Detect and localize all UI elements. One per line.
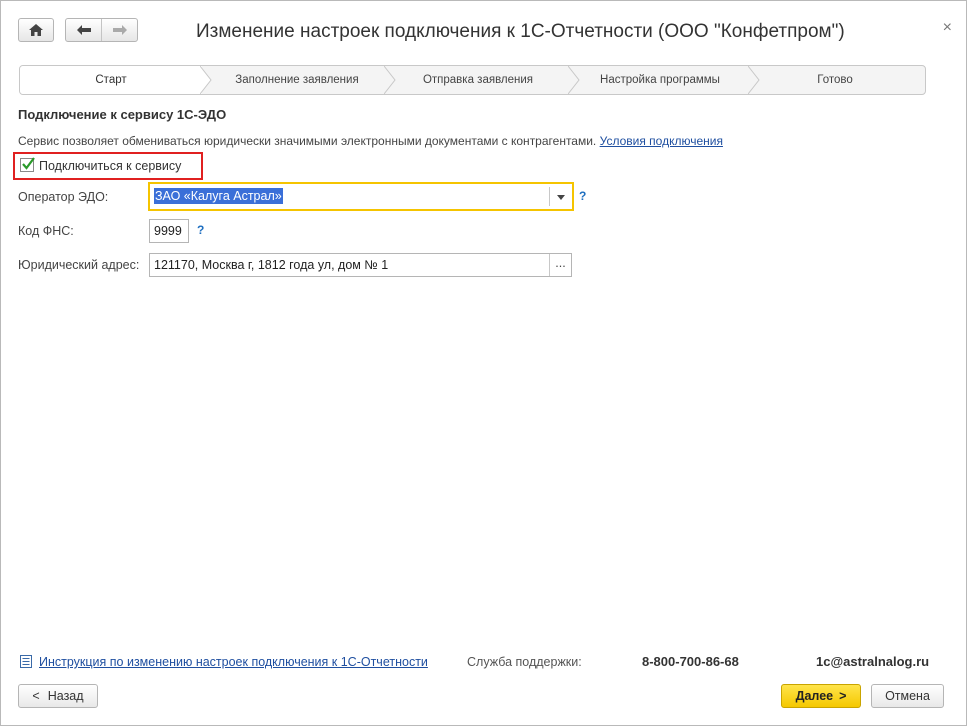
support-label: Служба поддержки:	[467, 655, 582, 669]
address-select-button[interactable]: ...	[549, 254, 571, 276]
home-button[interactable]	[18, 18, 54, 42]
step-separator	[748, 66, 760, 94]
connect-checkbox-label[interactable]: Подключиться к сервису	[39, 159, 181, 173]
next-button[interactable]: Далее >	[781, 684, 861, 708]
back-button-label: Назад	[47, 689, 84, 703]
step-done[interactable]: Готово	[760, 66, 910, 94]
chevron-right-icon: >	[839, 689, 847, 703]
close-icon[interactable]: ×	[943, 19, 952, 37]
arrow-right-icon	[112, 25, 127, 35]
step-label: Готово	[817, 74, 853, 86]
document-icon	[20, 655, 32, 668]
fns-help-icon[interactable]: ?	[197, 223, 204, 237]
next-button-label: Далее	[795, 689, 834, 703]
conditions-link[interactable]: Условия подключения	[600, 134, 723, 148]
dialog-window: Изменение настроек подключения к 1С-Отче…	[0, 0, 967, 726]
step-separator	[568, 66, 580, 94]
operator-label: Оператор ЭДО:	[18, 190, 109, 204]
back-nav-button[interactable]	[66, 19, 102, 41]
step-separator	[384, 66, 396, 94]
step-label: Настройка программы	[600, 74, 720, 86]
operator-help-icon[interactable]: ?	[579, 189, 586, 203]
support-phone: 8-800-700-86-68	[642, 654, 739, 669]
address-label: Юридический адрес:	[18, 258, 140, 272]
cancel-button-label: Отмена	[885, 689, 930, 703]
description-text: Сервис позволяет обмениваться юридически…	[18, 134, 597, 148]
back-button[interactable]: < Назад	[18, 684, 98, 708]
chevron-left-icon: <	[32, 689, 40, 703]
connect-checkbox[interactable]	[20, 157, 35, 172]
nav-group	[65, 18, 138, 42]
forward-nav-button[interactable]	[102, 19, 137, 41]
step-application-fill[interactable]: Заполнение заявления	[212, 66, 382, 94]
step-program-setup[interactable]: Настройка программы	[580, 66, 740, 94]
window-title: Изменение настроек подключения к 1С-Отче…	[196, 21, 845, 42]
chevron-down-icon[interactable]	[557, 195, 565, 200]
arrow-left-icon	[76, 25, 91, 35]
operator-value: ЗАО «Калуга Астрал»	[154, 188, 283, 204]
address-value: 121170, Москва г, 1812 года ул, дом № 1	[154, 258, 389, 272]
step-label: Заполнение заявления	[235, 74, 359, 86]
step-start[interactable]: Старт	[20, 66, 202, 94]
fns-code-input[interactable]: 9999	[149, 219, 189, 243]
wizard-steps: Старт Заполнение заявления Отправка заяв…	[19, 65, 926, 95]
step-application-send[interactable]: Отправка заявления	[396, 66, 560, 94]
fns-code-label: Код ФНС:	[18, 224, 74, 238]
section-description: Сервис позволяет обмениваться юридически…	[18, 134, 723, 148]
cancel-button[interactable]: Отмена	[871, 684, 944, 708]
instruction-link[interactable]: Инструкция по изменению настроек подключ…	[39, 655, 428, 669]
step-separator	[200, 66, 212, 94]
step-label: Старт	[95, 74, 127, 86]
support-email: 1c@astralnalog.ru	[816, 654, 930, 669]
section-heading: Подключение к сервису 1С-ЭДО	[18, 107, 227, 122]
fns-code-value: 9999	[154, 224, 182, 238]
operator-select[interactable]: ЗАО «Калуга Астрал»	[148, 182, 574, 211]
dropdown-divider	[549, 187, 550, 206]
home-icon	[29, 24, 43, 36]
address-input[interactable]: 121170, Москва г, 1812 года ул, дом № 1 …	[149, 253, 572, 277]
step-label: Отправка заявления	[422, 74, 534, 86]
checkmark-icon	[22, 157, 35, 170]
